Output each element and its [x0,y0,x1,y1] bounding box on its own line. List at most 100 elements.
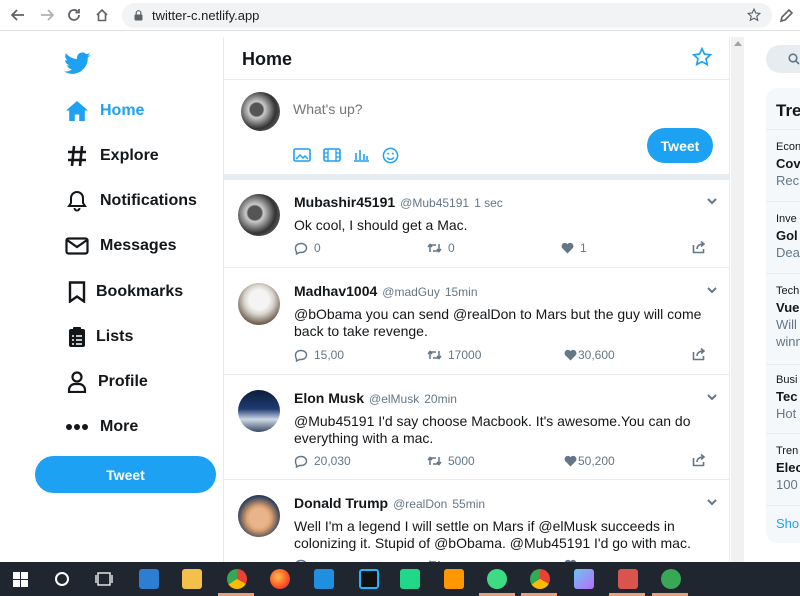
sidebar-item-explore[interactable]: Explore [64,141,159,171]
tweet-author-name[interactable]: Mubashir45191 [294,194,395,210]
reply-button[interactable]: 20,030 [294,454,351,468]
tweet-author-name[interactable]: Madhav1004 [294,283,377,299]
vscode-icon[interactable] [314,569,334,589]
trends-title: Tre [776,101,800,120]
sidebar-item-label: More [100,418,139,435]
app-icon[interactable] [618,569,638,589]
like-button[interactable]: 30,600 [564,348,615,362]
top-tweets-star-icon[interactable] [692,47,712,67]
firefox-icon[interactable] [270,569,290,589]
tweet-time: 15min [444,285,478,299]
share-icon[interactable] [692,348,706,361]
taskbar [0,562,800,596]
sidebar-item-home[interactable]: Home [64,96,144,126]
retweet-icon [427,456,442,466]
trend-subtitle: Dea [776,245,800,260]
sublime-text-icon[interactable] [444,569,464,589]
edit-extension-icon[interactable] [779,7,793,23]
trend-item[interactable]: Tren Elec 100 [776,445,800,492]
reply-button[interactable]: 15,00 [294,348,344,362]
task-view-icon[interactable] [95,571,113,587]
chrome-icon[interactable] [227,569,247,589]
trend-category: Econ [776,141,800,153]
trend-item[interactable]: Inve Gol Dea [776,213,800,260]
poll-icon[interactable] [352,147,370,163]
retweet-button[interactable]: 0 [427,241,455,255]
chevron-down-icon[interactable] [706,285,718,295]
twitter-logo-icon[interactable] [64,52,91,75]
share-icon[interactable] [692,454,706,467]
paint-icon[interactable] [574,569,594,589]
retweet-count: 17000 [448,348,482,362]
lock-icon [134,10,143,21]
tweet-handle: @Mub45191 [400,196,470,210]
tweet-author-name[interactable]: Elon Musk [294,390,364,406]
sidebar-item-lists[interactable]: Lists [64,322,133,352]
avatar[interactable] [238,495,280,537]
url-text: twitter-c.netlify.app [152,8,260,23]
windows-start-icon[interactable] [13,572,28,587]
trend-item[interactable]: Econ Cov Rec [776,141,800,188]
android-studio-icon[interactable] [661,569,681,589]
reload-icon[interactable] [64,5,84,25]
trend-category: Tren [776,445,799,457]
sidebar-item-notifications[interactable]: Notifications [64,186,197,216]
gif-icon[interactable] [323,147,341,163]
heart-icon [564,349,577,361]
tweet[interactable]: Mubashir45191 @Mub45191 1 sec Ok cool, I s… [224,180,729,268]
image-icon[interactable] [293,147,311,163]
trend-title: Gol [776,228,798,243]
avatar[interactable] [241,92,280,131]
chevron-down-icon[interactable] [706,497,718,507]
tweet-time: 20min [424,392,457,406]
pycharm-icon[interactable] [400,569,420,589]
scroll-up-arrow-icon[interactable] [734,41,742,46]
trend-subtitle: Will [776,317,797,332]
telegram-icon[interactable] [487,569,507,589]
search-icon [788,53,800,65]
divider [766,505,800,506]
bookmark-star-icon[interactable] [747,8,761,22]
chevron-down-icon[interactable] [706,196,718,206]
sidebar-item-messages[interactable]: Messages [64,231,177,261]
tweet[interactable]: Donald Trump @realDon 55min Well I'm a leg… [224,481,729,562]
home-browser-icon[interactable] [92,5,112,25]
file-explorer-icon[interactable] [182,569,202,589]
envelope-icon [64,233,90,259]
back-icon[interactable] [8,5,28,25]
compose-tweet-button[interactable]: Tweet [647,128,713,163]
like-button[interactable]: 1 [561,241,587,255]
sidebar-item-more[interactable]: More [64,412,138,442]
reply-button[interactable]: 0 [294,241,321,255]
trend-item[interactable]: Tech Vue Will winn [776,285,800,349]
forward-icon[interactable] [37,5,57,25]
tweet[interactable]: Madhav1004 @madGuy 15min @bObama you can s… [224,269,729,375]
share-icon[interactable] [692,241,706,254]
cortana-icon[interactable] [54,571,70,587]
avatar[interactable] [238,283,280,325]
like-count: 30,600 [578,348,615,362]
like-button[interactable]: 50,200 [564,454,615,468]
compose-input[interactable] [293,101,593,117]
webstorm-icon[interactable] [359,569,379,589]
emoji-icon[interactable] [382,147,399,164]
avatar[interactable] [238,390,280,432]
avatar[interactable] [238,194,280,236]
sidebar-tweet-button[interactable]: Tweet [35,456,216,493]
scrollbar[interactable] [731,37,744,562]
sidebar-item-bookmarks[interactable]: Bookmarks [64,277,183,307]
tweet-time: 55min [452,497,486,511]
chrome-icon[interactable] [530,569,550,589]
timeline: Home Tweet Mubashir45191 @Mub45191 1 sec O… [223,37,730,562]
sidebar-item-profile[interactable]: Profile [64,367,148,397]
retweet-count: 0 [448,241,455,255]
mail-icon[interactable] [139,569,159,589]
trend-item[interactable]: Busi Tec Hot [776,374,797,421]
search-input[interactable] [766,45,800,73]
retweet-button[interactable]: 5000 [427,454,475,468]
tweet[interactable]: Elon Musk @elMusk 20min @Mub45191 I'd say … [224,376,729,480]
chevron-down-icon[interactable] [706,392,718,402]
show-more-link[interactable]: Sho [776,516,799,531]
tweet-author-name[interactable]: Donald Trump [294,495,388,511]
retweet-button[interactable]: 17000 [427,348,481,362]
